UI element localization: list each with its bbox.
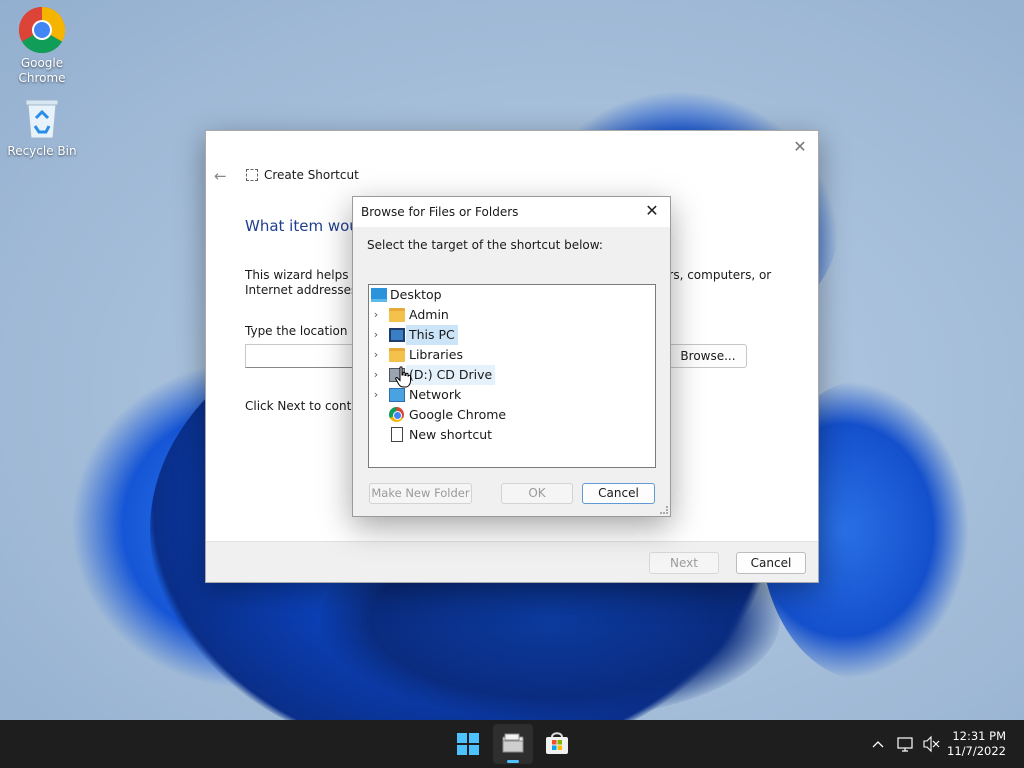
browse-dialog: Browse for Files or Folders ✕ Select the… bbox=[352, 196, 671, 517]
chrome-icon bbox=[389, 407, 404, 422]
wizard-heading: What item woul bbox=[245, 217, 363, 235]
tree-item-label: Libraries bbox=[409, 347, 463, 362]
wizard-footer: Next Cancel bbox=[206, 541, 818, 582]
tree-item-label: Network bbox=[409, 387, 462, 402]
ok-button[interactable]: OK bbox=[501, 483, 573, 504]
taskbar-microsoft-store[interactable] bbox=[537, 724, 577, 764]
dialog-title: Browse for Files or Folders bbox=[361, 205, 519, 219]
chevron-right-icon[interactable]: › bbox=[371, 345, 381, 365]
taskbar-file-explorer[interactable] bbox=[493, 724, 533, 764]
resize-grip[interactable] bbox=[660, 506, 668, 514]
chevron-up-icon bbox=[872, 741, 884, 748]
folder-icon bbox=[389, 308, 405, 322]
chevron-right-icon[interactable]: › bbox=[371, 305, 381, 325]
close-icon[interactable]: ✕ bbox=[642, 201, 662, 221]
tree-item-this-pc[interactable]: › This PC bbox=[369, 325, 459, 345]
computer-icon bbox=[389, 328, 405, 342]
chevron-right-icon[interactable]: › bbox=[371, 325, 381, 345]
chevron-right-icon[interactable]: › bbox=[371, 365, 381, 385]
active-indicator bbox=[507, 760, 519, 763]
folder-tree[interactable]: Desktop › Admin › This PC › Libraries › … bbox=[368, 284, 656, 468]
back-arrow-icon[interactable]: ← bbox=[214, 167, 232, 185]
next-button[interactable]: Next bbox=[649, 552, 719, 574]
volume-button[interactable] bbox=[921, 720, 943, 768]
start-icon bbox=[457, 733, 467, 743]
recycle-bin-icon bbox=[22, 96, 62, 140]
clock-date: 11/7/2022 bbox=[947, 744, 1006, 758]
network-icon bbox=[389, 388, 405, 402]
tree-item-label: New shortcut bbox=[409, 427, 493, 442]
chevron-right-icon[interactable]: › bbox=[371, 385, 381, 405]
make-new-folder-button[interactable]: Make New Folder bbox=[369, 483, 472, 504]
start-icon bbox=[457, 745, 467, 755]
show-hidden-icons-button[interactable] bbox=[868, 720, 888, 768]
dialog-instruction: Select the target of the shortcut below: bbox=[367, 238, 603, 252]
tree-item-label: Desktop bbox=[390, 287, 442, 302]
close-icon[interactable]: ✕ bbox=[790, 137, 810, 157]
clock-time: 12:31 PM bbox=[952, 729, 1006, 743]
start-icon bbox=[469, 745, 479, 755]
desktop-icon bbox=[371, 288, 387, 302]
tree-item-label: Google Chrome bbox=[409, 407, 507, 422]
clock[interactable]: 12:31 PM 11/7/2022 bbox=[947, 729, 1006, 759]
folder-icon bbox=[389, 348, 405, 362]
file-icon bbox=[391, 427, 403, 442]
start-button[interactable] bbox=[448, 724, 488, 764]
browse-button[interactable]: Browse... bbox=[669, 344, 747, 368]
file-explorer-icon bbox=[502, 733, 524, 753]
chrome-icon bbox=[18, 6, 66, 54]
description-line: ers, computers, or bbox=[661, 268, 772, 282]
volume-muted-icon bbox=[923, 735, 940, 753]
cancel-button[interactable]: Cancel bbox=[582, 483, 655, 504]
tree-item-label: Admin bbox=[409, 307, 449, 322]
shortcut-icon bbox=[246, 169, 258, 181]
taskbar: 12:31 PM 11/7/2022 bbox=[0, 720, 1024, 768]
dialog-titlebar: Browse for Files or Folders ✕ bbox=[353, 197, 670, 227]
hand-cursor-icon bbox=[395, 366, 411, 388]
tree-item-label: (D:) CD Drive bbox=[406, 365, 496, 385]
start-icon bbox=[469, 733, 479, 743]
desktop-icon-label: Recycle Bin bbox=[7, 144, 77, 158]
microsoft-store-icon bbox=[546, 732, 568, 754]
desktop-icon-recycle-bin[interactable]: Recycle Bin bbox=[4, 96, 80, 159]
network-icon bbox=[897, 737, 913, 752]
cancel-button[interactable]: Cancel bbox=[736, 552, 806, 574]
window-title: Create Shortcut bbox=[264, 168, 359, 182]
desktop-icon-chrome[interactable]: Google Chrome bbox=[4, 6, 80, 86]
desktop-icon-label: Google Chrome bbox=[18, 56, 66, 85]
tree-item-label: This PC bbox=[406, 325, 458, 345]
network-status-button[interactable] bbox=[895, 720, 917, 768]
